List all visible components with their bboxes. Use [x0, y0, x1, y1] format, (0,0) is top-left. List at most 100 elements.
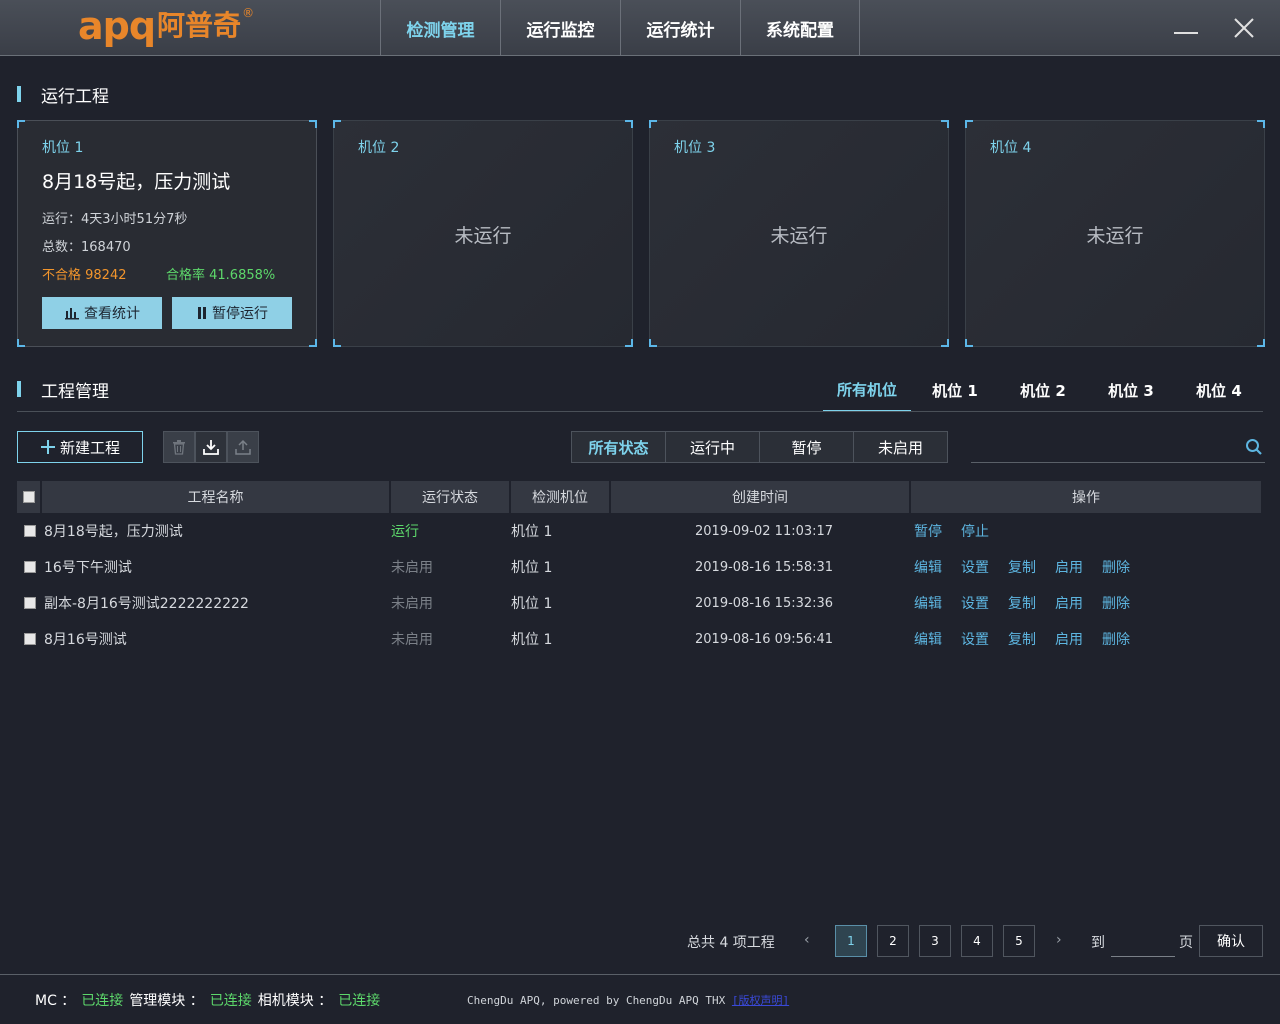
nav-tab-inspection[interactable]: 检测管理	[380, 0, 500, 56]
delete-action[interactable]: 删除	[1102, 593, 1130, 613]
station: 机位 1	[511, 632, 553, 648]
confirm-button[interactable]: 确认	[1199, 925, 1263, 957]
delete-action[interactable]: 删除	[1102, 557, 1130, 577]
goto-page-input[interactable]	[1111, 929, 1175, 957]
col-run-status[interactable]: 运行状态	[391, 481, 509, 513]
settings-action[interactable]: 设置	[961, 629, 989, 649]
filter-all-status[interactable]: 所有状态	[571, 431, 666, 463]
manage-section-header: 工程管理	[17, 379, 109, 402]
idle-state: 未运行	[770, 225, 828, 247]
pause-run-button[interactable]: 暂停运行	[172, 297, 292, 329]
search-input[interactable]	[971, 431, 1231, 461]
col-project-name[interactable]: 工程名称	[42, 481, 389, 513]
edit-action[interactable]: 编辑	[914, 629, 942, 649]
page-5[interactable]: 5	[1003, 925, 1035, 957]
tab-station-3[interactable]: 机位 3	[1087, 368, 1175, 412]
nav-tab-settings[interactable]: 系统配置	[740, 0, 860, 56]
station-card-3: 机位 3 未运行	[649, 120, 949, 347]
created-time: 2019-09-02 11:03:17	[695, 523, 834, 539]
pause-icon	[198, 307, 206, 319]
station-label: 机位 4	[990, 140, 1032, 156]
filter-running[interactable]: 运行中	[665, 431, 760, 463]
search-box	[971, 431, 1265, 463]
enable-action[interactable]: 启用	[1055, 557, 1083, 577]
col-station[interactable]: 检测机位	[511, 481, 609, 513]
mgmt-label: 管理模块 ：	[129, 993, 204, 1009]
filter-disabled[interactable]: 未启用	[853, 431, 948, 463]
pause-action[interactable]: 暂停	[914, 521, 942, 541]
col-created[interactable]: 创建时间	[611, 481, 909, 513]
page-3[interactable]: 3	[919, 925, 951, 957]
copyright: ChengDu APQ, powered by ChengDu APQ THX …	[467, 992, 789, 1008]
prev-page-icon[interactable]: ‹	[804, 932, 810, 948]
row-checkbox[interactable]	[24, 561, 36, 573]
mgmt-state: 已连接	[209, 993, 252, 1009]
row-checkbox[interactable]	[24, 597, 36, 609]
nav-tab-statistics[interactable]: 运行统计	[620, 0, 740, 56]
project-name: 8月16号测试	[44, 632, 127, 648]
logo-registered: ®	[242, 6, 255, 20]
row-checkbox[interactable]	[24, 633, 36, 645]
idle-state: 未运行	[1086, 225, 1144, 247]
minimize-icon[interactable]	[1174, 32, 1198, 34]
stop-action[interactable]: 停止	[961, 521, 989, 541]
status-bar: MC ： 已连接 管理模块 ： 已连接 相机模块 ： 已连接 ChengDu A…	[0, 974, 1280, 1024]
row-actions: 暂停 停止	[914, 513, 989, 549]
station-label: 机位 3	[674, 140, 716, 156]
page-1[interactable]: 1	[835, 925, 867, 957]
table-row: 8月16号测试 未启用 机位 1 2019-08-16 09:56:41 编辑 …	[17, 621, 1263, 657]
tab-station-4[interactable]: 机位 4	[1175, 368, 1263, 412]
station-card-2: 机位 2 未运行	[333, 120, 633, 347]
copy-action[interactable]: 复制	[1008, 557, 1036, 577]
title-bar: apq 阿普奇 ® 检测管理 运行监控 运行统计 系统配置	[0, 0, 1280, 56]
col-actions: 操作	[911, 481, 1261, 513]
project-name: 8月18号起，压力测试	[44, 524, 183, 540]
nav-tab-monitor[interactable]: 运行监控	[500, 0, 620, 56]
copy-action[interactable]: 复制	[1008, 593, 1036, 613]
mc-state: 已连接	[81, 993, 124, 1009]
close-icon[interactable]	[1232, 16, 1256, 40]
delete-action[interactable]: 删除	[1102, 629, 1130, 649]
table-row: 8月18号起，压力测试 运行 机位 1 2019-09-02 11:03:17 …	[17, 513, 1263, 549]
connection-status: MC ： 已连接 管理模块 ： 已连接 相机模块 ： 已连接	[35, 990, 380, 1010]
copy-action[interactable]: 复制	[1008, 629, 1036, 649]
pagination: 总共 4 项工程 ‹ 1 2 3 4 5 › 到 页 确认	[0, 925, 1280, 957]
app-logo: apq 阿普奇 ®	[78, 6, 254, 46]
tab-station-2[interactable]: 机位 2	[999, 368, 1087, 412]
next-page-icon[interactable]: ›	[1056, 932, 1062, 948]
tab-all-stations[interactable]: 所有机位	[823, 368, 911, 412]
table-row: 副本-8月16号测试2222222222 未启用 机位 1 2019-08-16…	[17, 585, 1263, 621]
bar-chart-icon	[65, 308, 79, 320]
enable-action[interactable]: 启用	[1055, 629, 1083, 649]
plus-icon	[40, 440, 55, 454]
idle-state: 未运行	[454, 225, 512, 247]
export-button[interactable]	[227, 431, 259, 463]
page-4[interactable]: 4	[961, 925, 993, 957]
filter-paused[interactable]: 暂停	[759, 431, 854, 463]
edit-action[interactable]: 编辑	[914, 557, 942, 577]
edit-action[interactable]: 编辑	[914, 593, 942, 613]
row-actions: 编辑 设置 复制 启用 删除	[914, 549, 1130, 585]
view-stats-button[interactable]: 查看统计	[42, 297, 162, 329]
table-row: 16号下午测试 未启用 机位 1 2019-08-16 15:58:31 编辑 …	[17, 549, 1263, 585]
import-button[interactable]	[195, 431, 227, 463]
delete-button[interactable]	[163, 431, 195, 463]
settings-action[interactable]: 设置	[961, 557, 989, 577]
select-all-checkbox[interactable]	[22, 491, 35, 503]
station: 机位 1	[511, 560, 553, 576]
station-label: 机位 2	[358, 140, 400, 156]
enable-action[interactable]: 启用	[1055, 593, 1083, 613]
running-section-header: 运行工程	[17, 84, 109, 107]
runtime-text: 运行：4天3小时51分7秒	[42, 212, 188, 227]
row-checkbox[interactable]	[24, 525, 36, 537]
row-actions: 编辑 设置 复制 启用 删除	[914, 585, 1130, 621]
camera-state: 已连接	[338, 993, 381, 1009]
search-icon[interactable]	[1245, 438, 1263, 456]
copyright-link[interactable]: [版权声明]	[732, 994, 789, 1007]
page-2[interactable]: 2	[877, 925, 909, 957]
new-project-button[interactable]: 新建工程	[17, 431, 143, 463]
tab-station-1[interactable]: 机位 1	[911, 368, 999, 412]
station-card-4: 机位 4 未运行	[965, 120, 1265, 347]
copyright-text: ChengDu APQ, powered by ChengDu APQ THX	[467, 994, 726, 1007]
settings-action[interactable]: 设置	[961, 593, 989, 613]
